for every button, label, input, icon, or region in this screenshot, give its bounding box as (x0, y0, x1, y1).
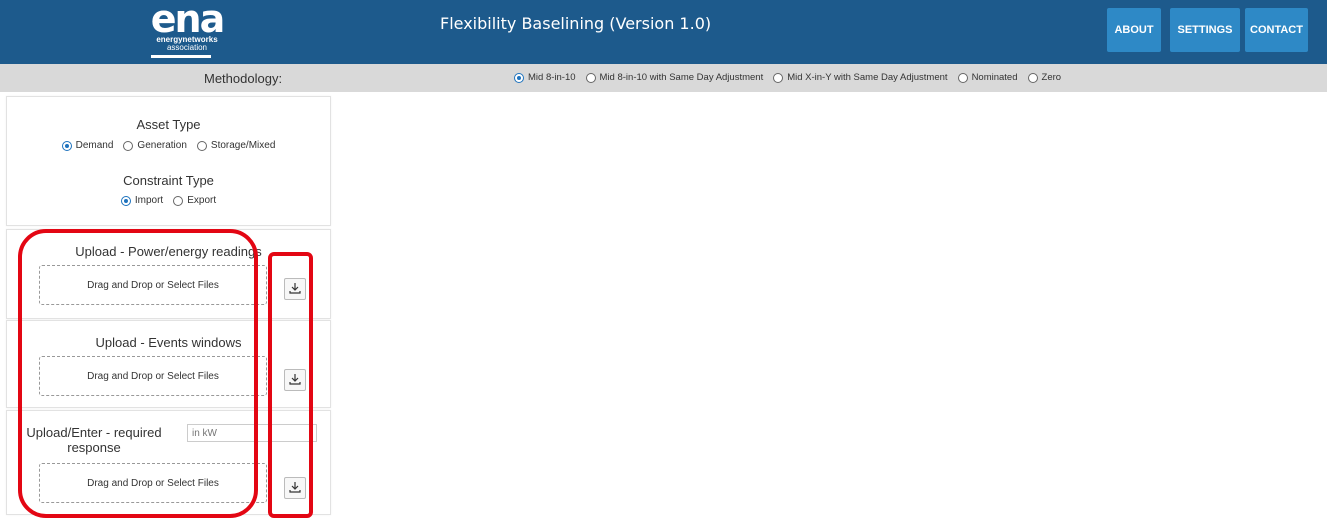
download-icon (289, 282, 301, 297)
download-events-button[interactable] (284, 369, 306, 391)
methodology-label: Methodology: (204, 71, 283, 86)
ena-logo: ena energynetworks association (149, 0, 225, 58)
methodology-option-mid-8-in-10[interactable]: Mid 8-in-10 (514, 72, 576, 83)
upload-response-title: Upload/Enter - required response (26, 425, 162, 455)
upload-response-dropzone[interactable]: Drag and Drop or Select Files (39, 463, 267, 503)
radio-icon (1027, 72, 1038, 83)
radio-icon (123, 140, 134, 151)
required-response-input[interactable] (187, 424, 317, 442)
methodology-option-nominated[interactable]: Nominated (957, 72, 1018, 83)
radio-icon (173, 195, 184, 206)
radio-icon (585, 72, 596, 83)
download-icon (289, 373, 301, 388)
radio-selected-icon (61, 140, 72, 151)
upload-power-title: Upload - Power/energy readings (75, 244, 262, 259)
constraint-type-options: Import Export (7, 195, 330, 206)
about-button[interactable]: ABOUT (1107, 8, 1161, 52)
radio-icon (773, 72, 784, 83)
upload-events-title: Upload - Events windows (95, 335, 242, 350)
radio-icon (196, 140, 207, 151)
methodology-option-mid-8-in-10-sda[interactable]: Mid 8-in-10 with Same Day Adjustment (585, 72, 763, 83)
constraint-type-export[interactable]: Export (173, 195, 216, 206)
download-response-button[interactable] (284, 477, 306, 499)
asset-type-title: Asset Type (136, 117, 201, 132)
app-header: ena energynetworks association Flexibili… (0, 0, 1327, 64)
methodology-options: Mid 8-in-10 Mid 8-in-10 with Same Day Ad… (514, 72, 1061, 83)
radio-selected-icon (514, 72, 524, 83)
asset-type-generation[interactable]: Generation (123, 140, 187, 151)
asset-type-storage-mixed[interactable]: Storage/Mixed (196, 140, 275, 151)
asset-type-demand[interactable]: Demand (61, 140, 113, 151)
constraint-type-import[interactable]: Import (120, 195, 163, 206)
upload-events-dropzone[interactable]: Drag and Drop or Select Files (39, 356, 267, 396)
type-settings-panel: Asset Type Demand Generation Storage/Mix… (6, 96, 331, 226)
logo-line2: association (166, 43, 208, 52)
settings-button[interactable]: SETTINGS (1170, 8, 1240, 52)
upload-response-panel: Upload/Enter - required response Drag an… (6, 410, 331, 515)
upload-power-dropzone[interactable]: Drag and Drop or Select Files (39, 265, 267, 305)
radio-icon (957, 72, 968, 83)
methodology-bar: Methodology: Mid 8-in-10 Mid 8-in-10 wit… (0, 64, 1327, 92)
upload-power-panel: Upload - Power/energy readings Drag and … (6, 229, 331, 319)
upload-events-panel: Upload - Events windows Drag and Drop or… (6, 320, 331, 408)
asset-type-options: Demand Generation Storage/Mixed (7, 140, 330, 151)
download-icon (289, 481, 301, 496)
logo-underline (151, 55, 211, 58)
logo-mark: ena (150, 0, 225, 41)
radio-selected-icon (120, 195, 131, 206)
download-power-button[interactable] (284, 278, 306, 300)
constraint-type-title: Constraint Type (123, 173, 214, 188)
methodology-option-zero[interactable]: Zero (1027, 72, 1061, 83)
app-title: Flexibility Baselining (Version 1.0) (440, 14, 712, 33)
methodology-option-mid-x-in-y-sda[interactable]: Mid X-in-Y with Same Day Adjustment (773, 72, 948, 83)
contact-button[interactable]: CONTACT (1245, 8, 1308, 52)
